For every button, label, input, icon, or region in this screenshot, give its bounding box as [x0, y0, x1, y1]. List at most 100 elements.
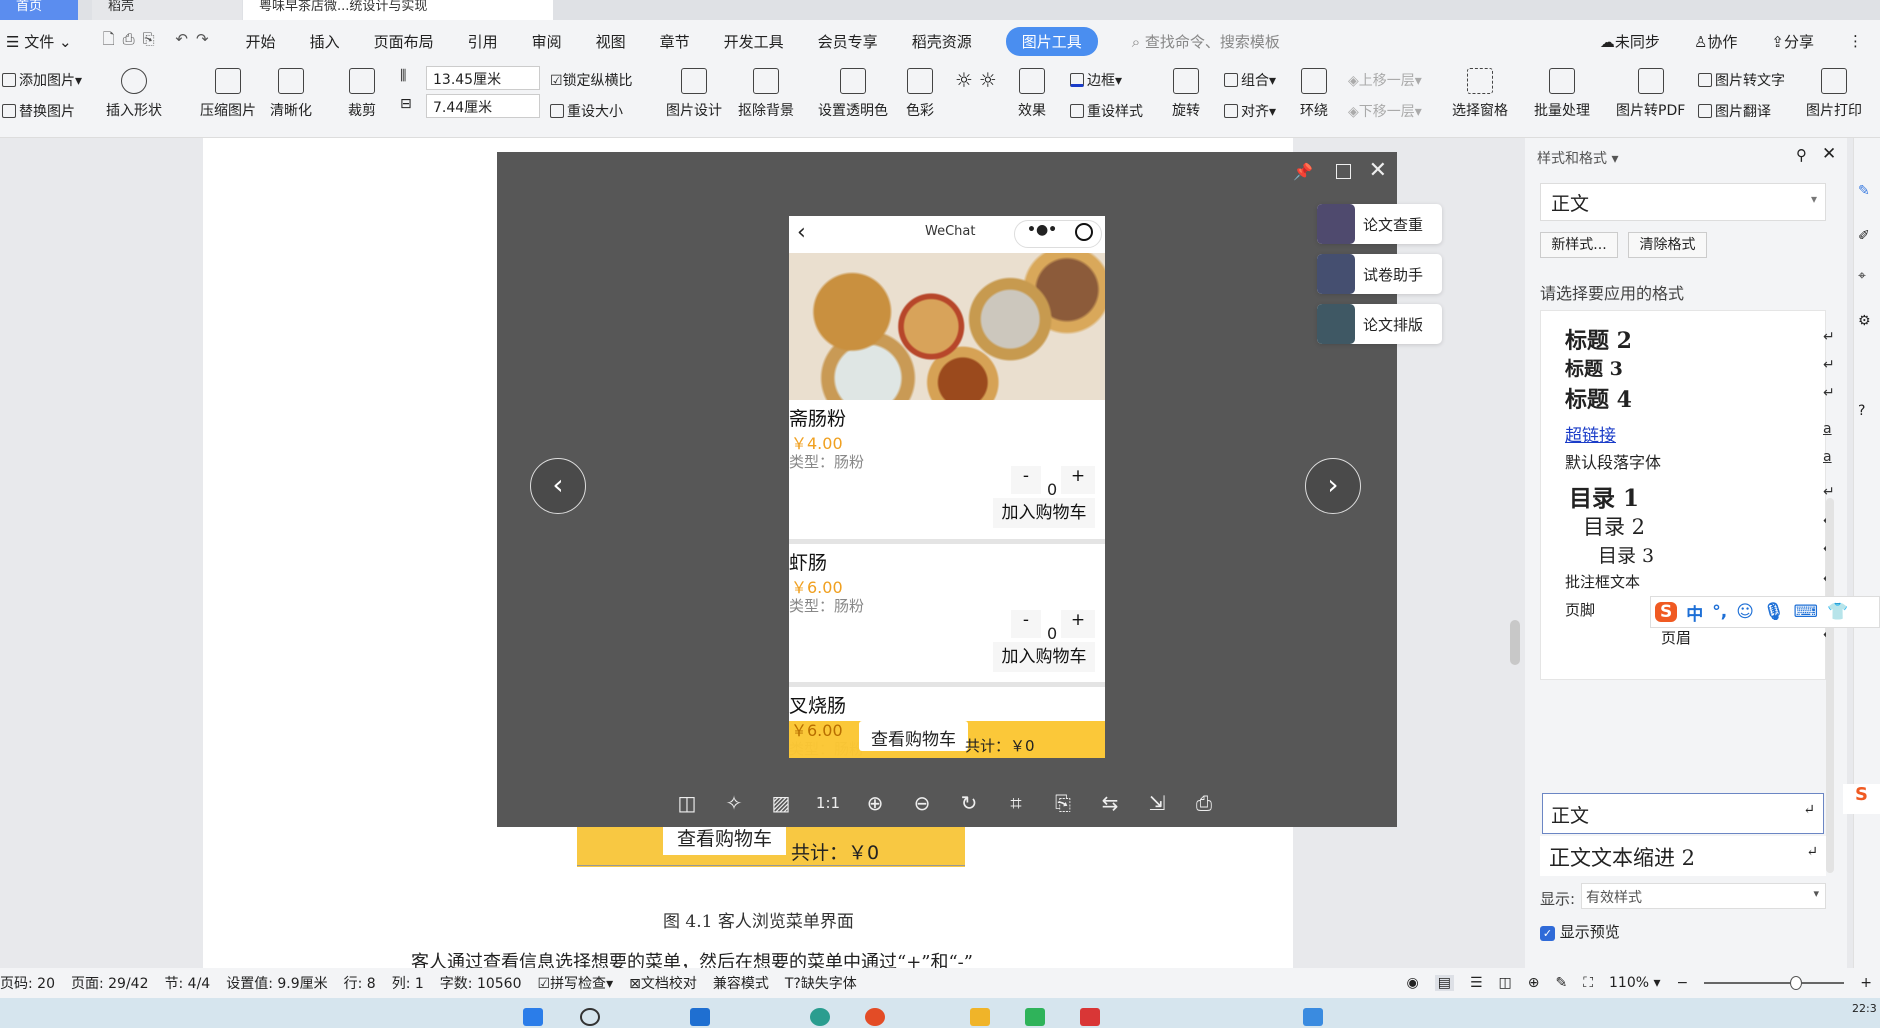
width-input[interactable]: 13.45厘米 [426, 66, 540, 90]
to-pdf-button[interactable]: 图片转PDF [1616, 68, 1685, 120]
style-item[interactable]: 正文文本缩进 2 ↵ [1540, 836, 1826, 876]
clock[interactable]: 22:3 [1852, 1002, 1877, 1015]
chrome-icon[interactable] [865, 1008, 885, 1026]
new-style-button[interactable]: 新样式... [1540, 232, 1618, 258]
color-button[interactable]: 色彩 [906, 68, 934, 120]
decrease-button[interactable]: - [1011, 610, 1041, 638]
remove-bg-button[interactable]: 抠除背景 [738, 68, 794, 120]
menu-item[interactable]: 引用 [468, 31, 498, 52]
reset-style-button[interactable]: 重设样式 [1070, 101, 1143, 121]
show-preview-checkbox[interactable]: ✓ 显示预览 [1540, 921, 1620, 942]
view-cart-button[interactable]: 查看购物车 [859, 721, 968, 751]
style-item[interactable]: 页眉 [1661, 627, 1871, 648]
print-image-button[interactable]: 图片打印 [1806, 68, 1862, 120]
menu-item[interactable]: 视图 [596, 31, 626, 52]
pin-icon[interactable]: 📌 [1293, 162, 1313, 181]
rotate-button[interactable]: 旋转 [1172, 68, 1200, 120]
zoom-in-icon[interactable]: ⊕ [862, 790, 888, 816]
align-button[interactable]: 对齐▾ [1224, 101, 1276, 121]
lock-ratio-checkbox[interactable]: ☑锁定纵横比 [550, 70, 633, 90]
wps-icon[interactable] [1080, 1008, 1100, 1026]
save-as-icon[interactable]: ⇲ [1144, 790, 1170, 816]
missing-font-button[interactable]: T?缺失字体 [785, 973, 857, 993]
menu-item[interactable]: 插入 [310, 31, 340, 52]
menu-item[interactable]: 会员专享 [818, 31, 878, 52]
style-item[interactable]: 标题 4 [1565, 382, 1775, 414]
tab-document[interactable]: 粤味早茶店微...统设计与实现 [243, 0, 553, 20]
add-to-cart-button[interactable]: 加入购物车 [993, 498, 1095, 528]
pen-icon[interactable]: ✐ [1858, 228, 1870, 244]
search-icon[interactable] [580, 1008, 600, 1026]
style-item[interactable]: 标题 3 [1565, 354, 1775, 381]
spell-check-button[interactable]: ☑拼写检查▾ [538, 973, 614, 993]
image-design-button[interactable]: 图片设计 [666, 68, 722, 120]
web-view-icon[interactable]: ⊕ [1528, 975, 1540, 991]
compare-icon[interactable]: ◫ [674, 790, 700, 816]
status-words[interactable]: 字数: 10560 [440, 973, 522, 993]
style-item[interactable]: 目录 3 [1598, 541, 1808, 568]
send-backward-button[interactable]: ◈下移一层▾ [1348, 101, 1422, 121]
proofread-button[interactable]: ⊠文档校对 [629, 973, 697, 993]
magic-wand-icon[interactable]: ✧ [721, 790, 747, 816]
keyboard-icon[interactable]: ⌨ [1794, 602, 1819, 622]
print-icon[interactable]: ⎙ [1191, 790, 1217, 816]
actual-size-button[interactable]: 1:1 [815, 790, 841, 816]
menu-item[interactable]: 审阅 [532, 31, 562, 52]
style-item[interactable]: 目录 1 [1569, 479, 1779, 513]
cursor-icon[interactable]: ⌖ [1858, 268, 1866, 284]
ime-toolbar[interactable]: S 中 °, ☺ 🎙 ⌨ 👕 [1650, 596, 1880, 628]
decrease-button[interactable]: - [1011, 466, 1041, 494]
quick-access-icons[interactable]: 🗋⎙⎘ ↶↷ [103, 29, 217, 54]
panel-title[interactable]: 样式和格式 ▾ [1537, 148, 1618, 168]
edge-icon[interactable] [810, 1008, 830, 1026]
edit-image-icon[interactable]: ▨ [768, 790, 794, 816]
batch-button[interactable]: 批量处理 [1534, 68, 1590, 120]
wechat-icon[interactable] [1025, 1008, 1045, 1026]
sogou-float-icon[interactable]: S [1843, 784, 1880, 814]
app-icon[interactable] [690, 1008, 710, 1026]
image-to-text-icon[interactable]: ⎘ [1050, 790, 1076, 816]
add-image-button[interactable]: 添加图片▾ [2, 70, 82, 90]
outline-view-icon[interactable]: ☰ [1470, 975, 1483, 991]
height-input[interactable]: 7.44厘米 [426, 94, 540, 118]
microphone-icon[interactable]: 🎙 [1763, 602, 1785, 622]
image-translate-icon[interactable]: ⇆ [1097, 790, 1123, 816]
style-item[interactable]: 目录 2 [1583, 511, 1793, 541]
effects-button[interactable]: 效果 [1018, 68, 1046, 120]
menu-item[interactable]: 开发工具 [724, 31, 784, 52]
taskbar-app-icon[interactable] [1303, 1008, 1323, 1026]
close-icon[interactable]: ✕ [1822, 144, 1836, 164]
group-button[interactable]: 组合▾ [1224, 70, 1276, 90]
increase-button[interactable]: + [1061, 610, 1095, 638]
wrap-button[interactable]: 环绕 [1300, 68, 1328, 120]
float-item-exam-assistant[interactable]: 试卷助手 [1317, 254, 1442, 294]
compress-button[interactable]: 压缩图片 [200, 68, 256, 120]
crop-button[interactable]: 裁剪 [348, 68, 376, 120]
more-icon[interactable]: ⋮ [1848, 32, 1863, 50]
compat-mode[interactable]: 兼容模式 [713, 973, 769, 993]
insert-shape-button[interactable]: 插入形状 [106, 68, 162, 120]
collab-button[interactable]: ♙协作 [1694, 31, 1737, 52]
brightness-icons[interactable]: ☼☼ [955, 68, 1003, 92]
zoom-out-icon[interactable]: ⊖ [909, 790, 935, 816]
style-item[interactable]: 超链接 [1565, 421, 1775, 446]
skin-icon[interactable]: 👕 [1827, 602, 1848, 622]
share-button[interactable]: ⇪分享 [1771, 31, 1814, 52]
help-icon[interactable]: ? [1858, 403, 1865, 419]
float-item-thesis-format[interactable]: 论文排版 [1317, 304, 1442, 344]
fit-icon[interactable]: ⛶ [1583, 975, 1593, 991]
rotate-icon[interactable]: ↻ [956, 790, 982, 816]
style-list-scrollbar[interactable] [1826, 498, 1834, 873]
clear-format-button[interactable]: 清除格式 [1628, 232, 1707, 258]
replace-image-button[interactable]: 替换图片 [2, 101, 75, 121]
page-view-icon[interactable]: ▤ [1434, 975, 1454, 991]
sync-button[interactable]: ☁未同步 [1600, 31, 1660, 52]
increase-button[interactable]: + [1061, 466, 1095, 494]
eye-protection-icon[interactable]: ◉ [1406, 975, 1418, 991]
style-item[interactable]: 批注框文本 [1565, 571, 1775, 592]
border-button[interactable]: 边框▾ [1070, 70, 1122, 90]
transparent-button[interactable]: 设置透明色 [818, 68, 888, 120]
maximize-icon[interactable] [1336, 164, 1351, 179]
zoom-out-button[interactable]: − [1677, 975, 1689, 991]
start-icon[interactable] [523, 1008, 543, 1026]
